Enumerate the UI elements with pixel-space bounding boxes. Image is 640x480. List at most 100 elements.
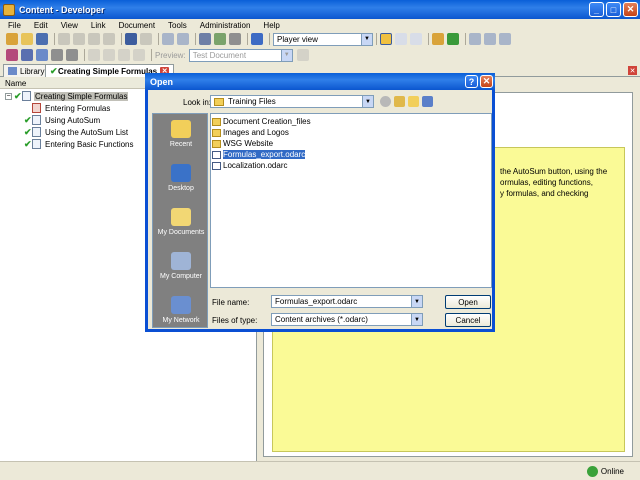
- file-item-folder[interactable]: Images and Logos: [212, 127, 491, 138]
- redo-icon[interactable]: [140, 33, 152, 45]
- file-item[interactable]: Localization.odarc: [212, 160, 491, 171]
- file-item-folder[interactable]: WSG Website: [212, 138, 491, 149]
- new-folder-icon[interactable]: [408, 96, 419, 107]
- tree-item-label: Using AutoSum: [45, 115, 101, 125]
- topic-icon: [32, 139, 41, 149]
- preview-value: Test Document: [192, 50, 247, 60]
- collapse-icon[interactable]: −: [5, 92, 12, 100]
- expand-icon[interactable]: [162, 33, 174, 45]
- file-name: Document Creation_files: [223, 117, 311, 126]
- delete-icon[interactable]: [103, 33, 115, 45]
- chevron-down-icon[interactable]: ▼: [280, 49, 292, 61]
- file-item-folder[interactable]: Document Creation_files: [212, 116, 491, 127]
- dialog-close-button[interactable]: ✕: [480, 75, 493, 88]
- chevron-down-icon[interactable]: ▼: [361, 33, 372, 45]
- check-in-icon[interactable]: [469, 33, 481, 45]
- dialog-title-bar: Open ? ✕: [145, 73, 495, 90]
- archive-file-icon: [212, 150, 221, 159]
- file-name-input[interactable]: Formulas_export.odarc ▼: [271, 295, 423, 308]
- toolbar-separator: [121, 33, 122, 45]
- frame-icon[interactable]: [36, 49, 48, 61]
- place-my-computer[interactable]: My Computer: [153, 252, 209, 280]
- place-recent[interactable]: Recent: [153, 120, 209, 148]
- menu-view[interactable]: View: [61, 21, 78, 30]
- secondary-toolbar: Preview: Test Document ▼: [0, 47, 640, 63]
- library-icon: [8, 67, 17, 75]
- chevron-down-icon[interactable]: ▼: [362, 96, 373, 107]
- close-all-icon[interactable]: ✕: [628, 66, 637, 75]
- documents-folder-icon: [171, 208, 191, 226]
- tab-library-label: Library: [20, 66, 45, 76]
- layout-columns-icon[interactable]: [410, 33, 422, 45]
- menu-edit[interactable]: Edit: [34, 21, 48, 30]
- maximize-button[interactable]: □: [606, 2, 621, 17]
- help-button[interactable]: ?: [465, 75, 478, 88]
- view-mode-select[interactable]: Player view ▼: [273, 32, 373, 46]
- open-folder-icon[interactable]: [21, 33, 33, 45]
- topic-icon: [32, 115, 41, 125]
- checkmark-icon: ✔: [24, 138, 32, 149]
- save-icon[interactable]: [36, 33, 48, 45]
- close-button[interactable]: ✕: [623, 2, 638, 17]
- collapse-icon[interactable]: [177, 33, 189, 45]
- up-folder-icon[interactable]: [394, 96, 405, 107]
- preview-label: Preview:: [155, 50, 186, 60]
- cut-icon[interactable]: [58, 33, 70, 45]
- web-page-icon[interactable]: [51, 49, 63, 61]
- copy-icon[interactable]: [73, 33, 85, 45]
- tab-library[interactable]: Library: [3, 64, 50, 77]
- place-label: Desktop: [168, 185, 194, 192]
- view-mode-value: Player view: [277, 34, 318, 44]
- menu-help[interactable]: Help: [263, 21, 279, 30]
- check-out-icon[interactable]: [484, 33, 496, 45]
- preview-icon[interactable]: [296, 49, 309, 61]
- recent-icon: [171, 120, 191, 138]
- undo-checkout-icon[interactable]: [499, 33, 511, 45]
- file-name: Images and Logos: [223, 128, 289, 137]
- open-button[interactable]: Open: [445, 295, 491, 309]
- spelling-icon[interactable]: [214, 33, 226, 45]
- properties-icon[interactable]: [229, 33, 241, 45]
- move-down-icon[interactable]: [133, 49, 145, 61]
- look-in-label: Look in:: [183, 98, 212, 107]
- layout-split-icon[interactable]: [395, 33, 407, 45]
- new-icon[interactable]: [6, 33, 18, 45]
- preview-select[interactable]: Test Document ▼: [188, 48, 293, 62]
- help-icon[interactable]: [251, 33, 263, 45]
- look-in-select[interactable]: Training Files ▼: [210, 95, 374, 108]
- menu-administration[interactable]: Administration: [200, 21, 251, 30]
- place-my-documents[interactable]: My Documents: [153, 208, 209, 236]
- outline-icon[interactable]: [6, 49, 18, 61]
- folder-icon: [212, 117, 221, 126]
- move-left-icon[interactable]: [88, 49, 100, 61]
- place-label: Recent: [169, 141, 193, 148]
- file-type-select[interactable]: Content archives (*.odarc) ▼: [271, 313, 423, 326]
- menu-file[interactable]: File: [8, 21, 21, 30]
- menu-tools[interactable]: Tools: [168, 21, 187, 30]
- paste-icon[interactable]: [88, 33, 100, 45]
- chevron-down-icon[interactable]: ▼: [411, 314, 422, 325]
- window-title: Content - Developer: [19, 4, 105, 15]
- minimize-button[interactable]: _: [589, 2, 604, 17]
- question-icon[interactable]: [66, 49, 78, 61]
- place-desktop[interactable]: Desktop: [153, 164, 209, 192]
- views-menu-icon[interactable]: [422, 96, 433, 107]
- cancel-button[interactable]: Cancel: [445, 313, 491, 327]
- topic-icon[interactable]: [21, 49, 33, 61]
- toolbar-separator: [195, 33, 196, 45]
- undo-icon[interactable]: [125, 33, 137, 45]
- publish-icon[interactable]: [432, 33, 444, 45]
- layout-single-icon[interactable]: [380, 33, 392, 45]
- place-my-network[interactable]: My Network: [153, 296, 209, 324]
- refresh-icon[interactable]: [447, 33, 459, 45]
- tree-item-label: Entering Formulas: [45, 103, 111, 113]
- title-bar: Content - Developer _ □ ✕: [0, 0, 640, 19]
- menu-document[interactable]: Document: [119, 21, 155, 30]
- back-icon[interactable]: [380, 96, 391, 107]
- chevron-down-icon[interactable]: ▼: [411, 296, 422, 307]
- move-up-icon[interactable]: [118, 49, 130, 61]
- menu-link[interactable]: Link: [91, 21, 106, 30]
- find-icon[interactable]: [199, 33, 211, 45]
- file-item-selected[interactable]: Formulas_export.odarc: [212, 149, 491, 160]
- move-right-icon[interactable]: [103, 49, 115, 61]
